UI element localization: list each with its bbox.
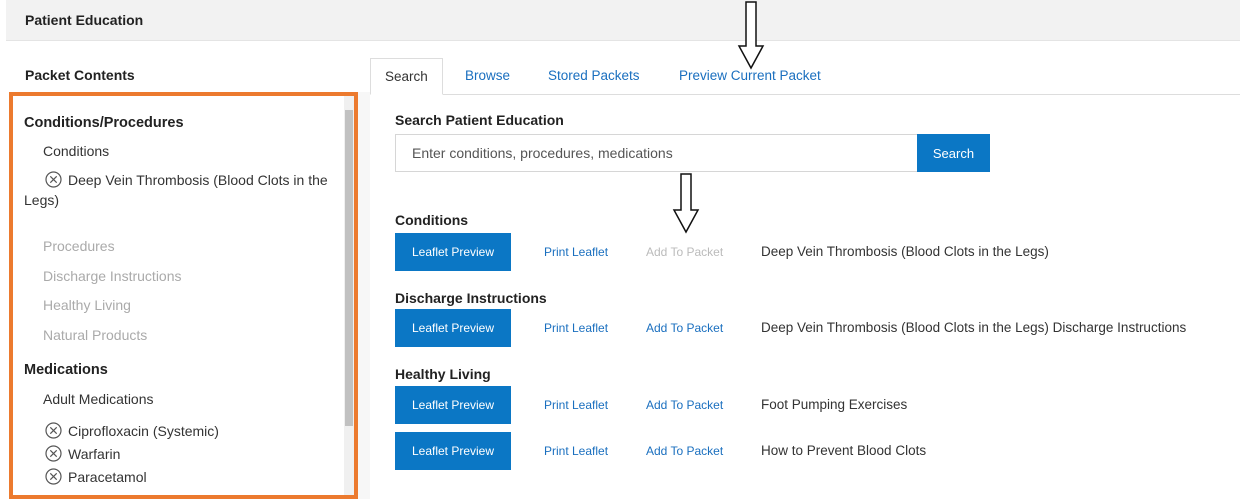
remove-circle-x-icon[interactable] [45,422,62,442]
category-conditions: Conditions [43,143,110,159]
add-to-packet-link[interactable]: Add To Packet [646,321,723,335]
section-medications: Medications [24,362,108,378]
section-conditions-procedures: Conditions/Procedures [24,115,184,131]
search-title: Search Patient Education [395,112,564,128]
leaflet-preview-button[interactable]: Leaflet Preview [395,432,511,470]
print-leaflet-link[interactable]: Print Leaflet [544,444,608,458]
print-leaflet-link[interactable]: Print Leaflet [544,398,608,412]
scrollbar-thumb[interactable] [345,110,353,426]
category-adult-medications: Adult Medications [43,391,154,407]
packet-scrollbar[interactable] [344,96,354,495]
group-title-discharge-instructions: Discharge Instructions [395,290,547,306]
leaflet-preview-button[interactable]: Leaflet Preview [395,309,511,347]
packet-item-label: Paracetamol [68,469,147,485]
group-title-conditions: Conditions [395,212,469,228]
tab-bar: Search Browse Stored Packets Preview Cur… [370,58,1240,95]
remove-circle-x-icon[interactable] [45,468,62,488]
packet-contents-panel: Conditions/Procedures Conditions Deep Ve… [9,92,358,499]
add-to-packet-link[interactable]: Add To Packet [646,398,723,412]
packet-item: Paracetamol [45,468,147,488]
app-header: Patient Education [6,0,1240,41]
leaflet-preview-button[interactable]: Leaflet Preview [395,233,511,271]
leaflet-description: Deep Vein Thrombosis (Blood Clots in the… [761,320,1187,335]
print-leaflet-link[interactable]: Print Leaflet [544,245,608,259]
panel-splitter[interactable] [358,92,370,499]
category-healthy-living: Healthy Living [43,297,131,313]
leaflet-description: Foot Pumping Exercises [761,397,908,412]
leaflet-preview-button[interactable]: Leaflet Preview [395,386,511,424]
tab-search[interactable]: Search [370,58,443,95]
remove-circle-x-icon[interactable] [45,171,62,191]
group-title-healthy-living: Healthy Living [395,366,491,382]
packet-item-label: Ciprofloxacin (Systemic) [68,423,219,439]
packet-item: Warfarin [45,445,120,465]
category-discharge-instructions: Discharge Instructions [43,268,182,284]
page-title: Patient Education [25,12,144,28]
packet-item-label: Deep Vein Thrombosis (Blood Clots in the [68,172,328,188]
search-button[interactable]: Search [917,134,990,172]
tab-preview-current-packet[interactable]: Preview Current Packet [679,58,821,94]
leaflet-description: Deep Vein Thrombosis (Blood Clots in the… [761,244,1049,259]
packet-contents-title: Packet Contents [25,67,135,83]
packet-item: Deep Vein Thrombosis (Blood Clots in the [45,171,328,191]
add-to-packet-link: Add To Packet [646,245,724,259]
remove-circle-x-icon[interactable] [45,445,62,465]
category-procedures: Procedures [43,238,115,254]
search-input[interactable] [395,134,917,172]
tab-stored-packets[interactable]: Stored Packets [548,58,640,94]
category-natural-products: Natural Products [43,327,148,343]
leaflet-description: How to Prevent Blood Clots [761,443,927,458]
packet-item-label: Warfarin [68,446,121,462]
packet-item-label-continued: Legs) [24,192,60,208]
packet-item: Ciprofloxacin (Systemic) [45,422,219,442]
add-to-packet-link[interactable]: Add To Packet [646,444,723,458]
tab-browse[interactable]: Browse [465,58,510,94]
down-arrow-icon [672,173,700,234]
print-leaflet-link[interactable]: Print Leaflet [544,321,608,335]
